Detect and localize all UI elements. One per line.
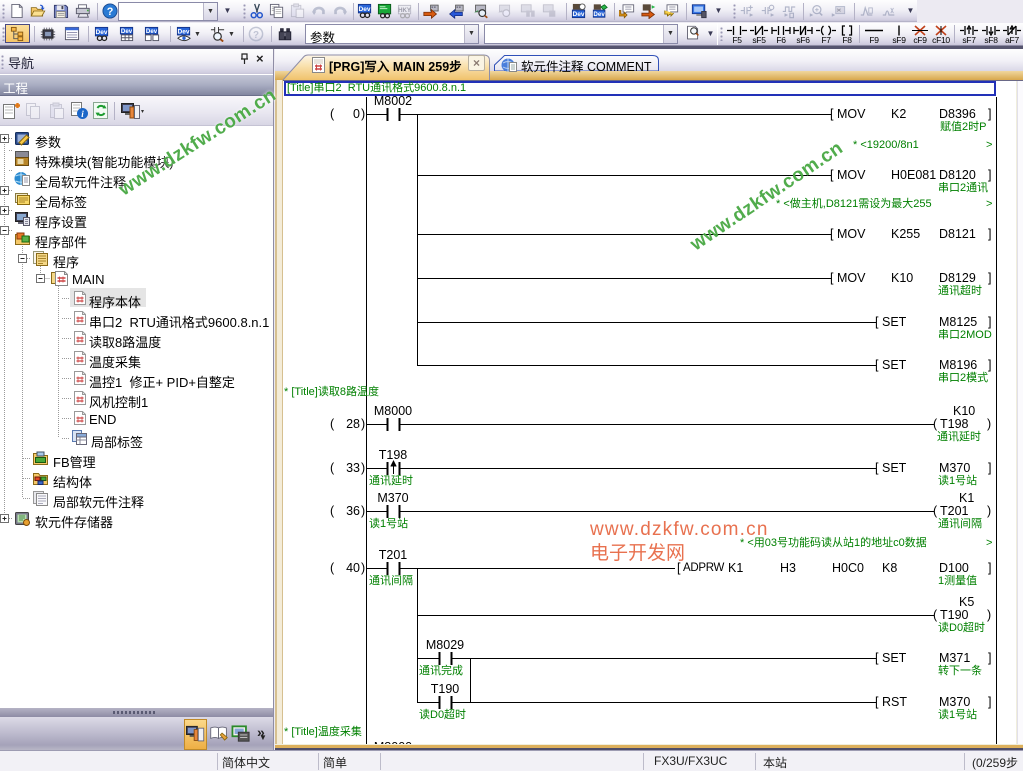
svg-text:Dev: Dev xyxy=(358,6,370,13)
svg-text:HKY: HKY xyxy=(398,7,411,14)
svg-text:Dev: Dev xyxy=(146,28,158,35)
svg-text:Dev: Dev xyxy=(593,11,605,18)
svg-text:Dev: Dev xyxy=(95,29,107,36)
svg-text:Dev: Dev xyxy=(121,28,133,35)
svg-text:Dev: Dev xyxy=(177,29,189,36)
svg-text:Dev: Dev xyxy=(572,11,584,18)
svg-text:?: ? xyxy=(253,30,259,41)
svg-text:?: ? xyxy=(107,6,114,18)
